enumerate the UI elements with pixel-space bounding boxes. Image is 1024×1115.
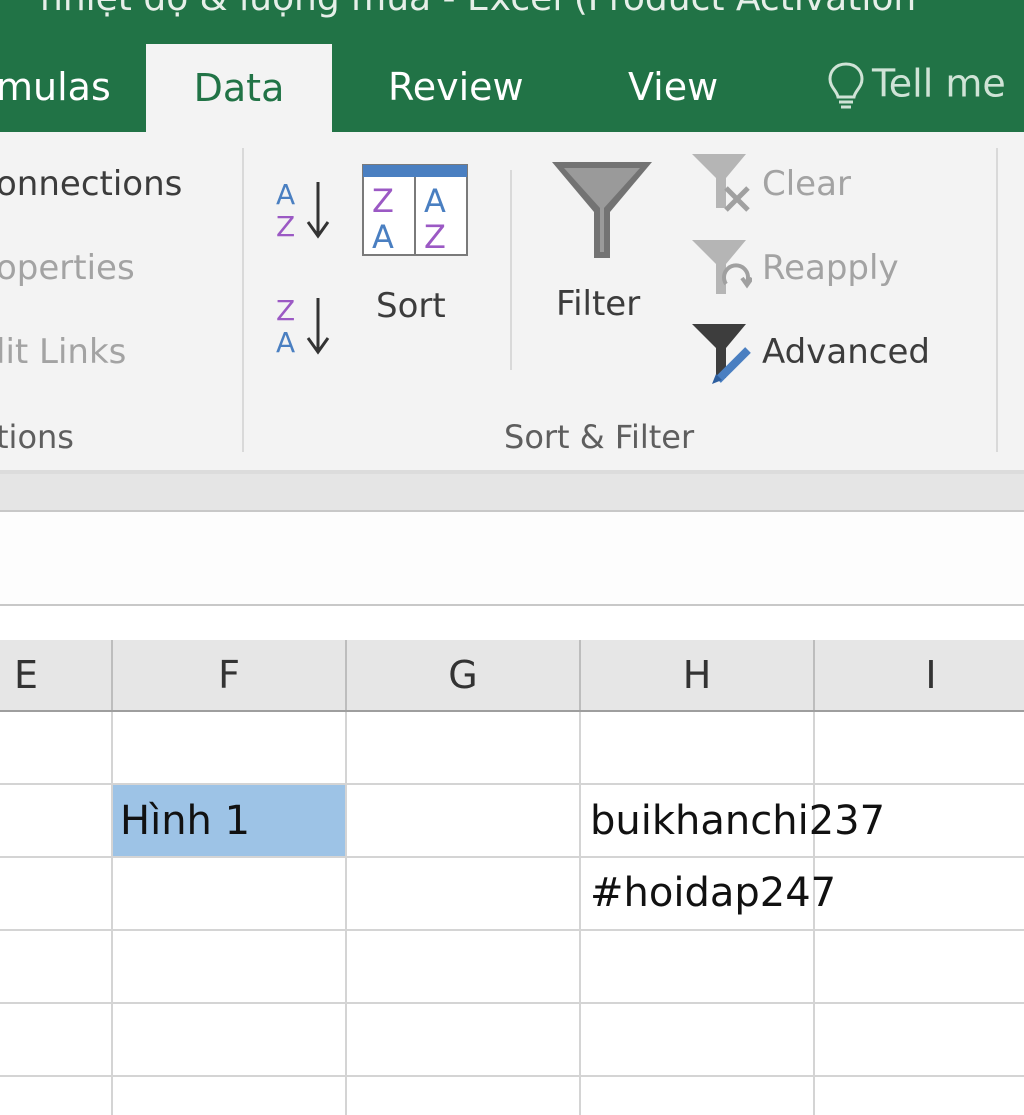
button-separator	[510, 170, 512, 370]
sort-icon-a: A	[372, 218, 394, 256]
tab-view[interactable]: View	[628, 62, 718, 112]
sort-dialog-icon: Z A A Z	[362, 164, 468, 256]
cell-h2-value: buikhanchi237	[590, 798, 886, 844]
sort-z-to-a-button[interactable]: Z A	[272, 290, 334, 360]
edit-links-button[interactable]: lit Links	[0, 332, 126, 372]
gridline	[0, 929, 1024, 931]
filter-label: Filter	[556, 284, 641, 324]
filter-button[interactable]: Filter	[550, 160, 660, 342]
lightbulb-icon	[828, 62, 864, 109]
cell-f2-value: Hình 1	[120, 798, 251, 844]
gridline	[0, 1075, 1024, 1077]
column-header-h[interactable]: H	[580, 640, 814, 710]
tab-formulas[interactable]: mulas	[0, 62, 111, 112]
advanced-filter-button[interactable]: Advanced	[690, 322, 970, 386]
reapply-button[interactable]: Reapply	[690, 238, 930, 302]
column-header-e[interactable]: E	[0, 640, 106, 710]
sort-button[interactable]: Z A A Z Sort	[360, 162, 472, 342]
gridline	[0, 1002, 1024, 1004]
gridline	[0, 856, 1024, 858]
gridline	[345, 712, 347, 1115]
tell-me-search[interactable]: Tell me	[826, 60, 1006, 116]
advanced-label: Advanced	[762, 332, 930, 372]
svg-text:Z: Z	[276, 294, 295, 327]
tab-data[interactable]: Data	[146, 44, 332, 132]
sort-ascending-icon: A Z	[276, 178, 330, 243]
title-bar: nhiệt độ & lượng mưa - Excel (Product Ac…	[0, 0, 1024, 132]
cell-h3-value: #hoidap247	[590, 870, 837, 916]
reapply-label: Reapply	[762, 248, 899, 288]
filter-funnel-icon	[552, 162, 652, 258]
column-header-divider[interactable]	[345, 640, 347, 710]
column-header-divider[interactable]	[111, 640, 113, 710]
column-header-i[interactable]: I	[814, 640, 1024, 710]
svg-text:Z: Z	[276, 210, 295, 243]
sort-icon-z: Z	[372, 182, 394, 220]
clear-label: Clear	[762, 164, 851, 204]
advanced-filter-icon	[692, 324, 751, 384]
svg-text:A: A	[276, 326, 295, 359]
gridline	[0, 783, 1024, 785]
connections-group-label: tions	[0, 418, 74, 456]
sort-label: Sort	[376, 286, 446, 326]
ribbon-shadow	[0, 474, 1024, 510]
reapply-icon	[692, 240, 752, 294]
column-header-divider[interactable]	[813, 640, 815, 710]
gridline	[579, 712, 581, 1115]
column-header-g[interactable]: G	[346, 640, 580, 710]
gridline	[111, 712, 113, 1115]
properties-button[interactable]: operties	[0, 248, 135, 288]
tab-review[interactable]: Review	[388, 62, 524, 112]
sort-descending-icon: Z A	[276, 294, 330, 359]
group-separator	[242, 148, 244, 452]
sort-filter-group-label: Sort & Filter	[504, 418, 695, 456]
sort-icon-a-alt: A	[424, 182, 446, 220]
formula-bar-area[interactable]	[0, 510, 1024, 606]
tell-me-label: Tell me	[872, 61, 1006, 106]
column-header-f[interactable]: F	[112, 640, 346, 710]
window-title: nhiệt độ & lượng mưa - Excel (Product Ac…	[40, 0, 916, 19]
clear-filter-icon	[692, 154, 750, 212]
column-header-divider[interactable]	[579, 640, 581, 710]
sort-a-to-z-button[interactable]: A Z	[272, 174, 334, 244]
clear-filter-button[interactable]: Clear	[690, 152, 890, 216]
sort-icon-z-alt: Z	[424, 218, 446, 256]
svg-text:A: A	[276, 178, 295, 211]
group-separator-right	[996, 148, 998, 452]
connections-button[interactable]: onnections	[0, 164, 182, 204]
